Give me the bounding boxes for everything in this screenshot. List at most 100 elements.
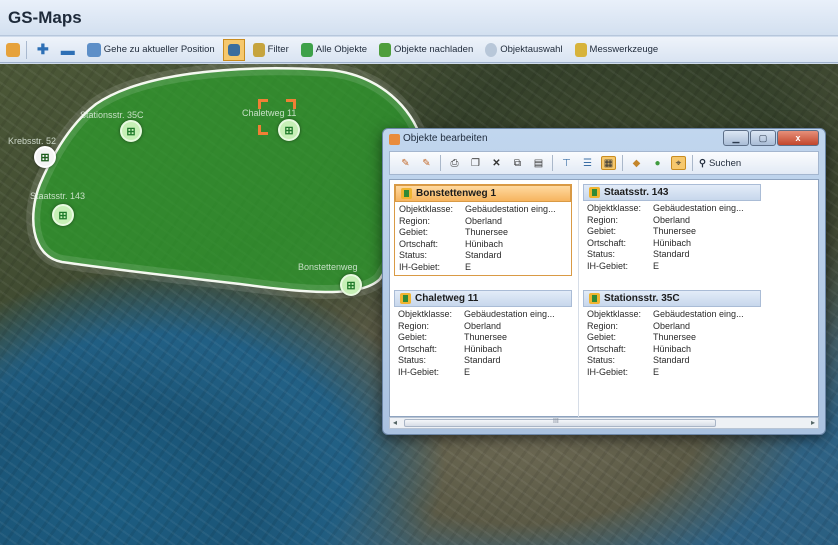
measure-tools-button[interactable]: Messwerkzeuge [571,39,663,61]
station-marker-icon[interactable]: ⊞ [52,204,74,226]
field-label: Status: [399,250,428,260]
card-view-icon[interactable]: ▦ [601,156,616,170]
field-label: IH-Gebiet: [587,260,629,271]
dialog-app-icon [389,134,400,145]
field-value: Standard [653,355,690,365]
field-label: Ortschaft: [587,237,627,248]
field-label: Region: [587,214,619,225]
field-value: Standard [653,249,690,259]
field-value: Hünibach [465,238,504,249]
dialog-title: Objekte bearbeiten [403,133,488,144]
window-controls: ▁ ▢ x [723,130,819,146]
list-view-icon[interactable]: ☰ [580,156,595,170]
field-value: E [653,260,660,271]
field-label: Status: [587,355,616,365]
paste-icon[interactable]: ▤ [531,156,546,170]
card-header: Chaletweg 11 [394,290,572,307]
card-fields: Objektklasse: Gebäudestation eing... Regi… [583,201,761,274]
minimize-button[interactable]: ▁ [723,130,749,146]
toolbar-separator [440,155,441,171]
filter-icon[interactable]: ⌖ [671,156,686,170]
app-title: GS-Maps [8,8,82,27]
goto-position-button[interactable]: Gehe zu aktueller Position [83,39,219,61]
zoom-in-button[interactable]: ✚ [33,39,53,61]
map-pin-icon[interactable]: ● [650,156,665,170]
object-card[interactable]: Bonstettenweg 1 Objektklasse: Gebäudestat… [394,184,572,276]
field-value: Thunersee [653,332,697,342]
reload-objects-button[interactable]: Objekte nachladen [375,39,477,61]
zoom-out-button[interactable]: ▬ [57,39,79,61]
main-toolbar: ✚ ▬ Gehe zu aktueller Position Filter Al… [0,37,838,63]
scroll-left-arrow-icon[interactable]: ◂ [393,418,397,427]
toolbar-separator [26,40,27,59]
card-title: Chaletweg 11 [415,293,479,304]
station-marker-icon[interactable]: ⊞ [278,119,300,141]
station-marker-icon[interactable]: ⊞ [120,120,142,142]
object-card[interactable]: Stationsstr. 35C Objektklasse: Gebäudesta… [583,290,761,380]
field-label: Gebiet: [399,227,429,237]
field-label: Ortschaft: [587,343,627,354]
edit-objects-dialog: Objekte bearbeiten ▁ ▢ x ✎ ✎ ⎙ ❐ ✕ ⧉ ▤ ⊤… [382,128,826,435]
card-fields: Objektklasse: Gebäudestation eing... Regi… [395,202,571,275]
card-title: Staatsstr. 143 [604,187,669,198]
station-marker-icon[interactable]: ⊞ [340,274,362,296]
field-value: Oberland [653,320,691,331]
field-value: Thunersee [465,227,509,237]
field-value: Thunersee [464,332,508,342]
scroll-thumb[interactable]: III [404,418,716,427]
delete-icon[interactable]: ✕ [489,156,504,170]
scroll-right-arrow-icon[interactable]: ▸ [811,418,815,427]
field-value: Gebäudestation eing... [653,309,744,319]
grid-toggle-button[interactable] [222,38,245,61]
edit-multi-icon[interactable]: ✎ [419,156,434,170]
field-value: E [464,366,471,377]
search-label: Suchen [708,157,742,169]
all-objects-label: Alle Objekte [315,44,367,55]
card-header: Stationsstr. 35C [583,290,761,307]
duplicate-icon[interactable]: ⧉ [510,156,525,170]
horizontal-scrollbar[interactable]: ◂ III ▸ [389,417,819,429]
object-card-list: Bonstettenweg 1 Objektklasse: Gebäudestat… [389,179,819,418]
station-icon [401,188,412,199]
field-value: Thunersee [653,226,697,236]
field-label: Gebiet: [587,226,617,236]
search-button[interactable]: ⚲ Suchen [699,158,741,169]
copy-icon[interactable]: ❐ [468,156,483,170]
filter-button[interactable]: Filter [249,39,293,61]
map-label: Bonstettenweg [298,262,358,272]
field-label: Region: [399,215,431,226]
maximize-button[interactable]: ▢ [750,130,776,146]
field-value: Hünibach [653,237,692,248]
ruler-icon [574,42,587,57]
tree-view-icon[interactable]: ⊤ [559,156,574,170]
object-card[interactable]: Chaletweg 11 Objektklasse: Gebäudestation… [394,290,572,380]
card-title: Bonstettenweg 1 [416,188,497,199]
field-value: E [653,366,660,377]
home-icon[interactable] [6,42,20,57]
column-divider [578,180,579,418]
print-icon[interactable]: ⎙ [447,156,462,170]
group-icon[interactable]: ◆ [629,156,644,170]
close-button[interactable]: x [777,130,819,146]
all-objects-button[interactable]: Alle Objekte [297,39,371,61]
field-label: Objektklasse: [587,309,642,319]
field-label: Region: [587,320,619,331]
map-label: Stationsstr. 35C [80,110,144,120]
grid-icon [227,43,240,56]
field-label: Gebiet: [398,332,428,342]
field-value: E [465,261,472,272]
field-value: Hünibach [653,343,692,354]
field-value: Gebäudestation eing... [465,204,556,214]
card-title: Stationsstr. 35C [604,293,680,304]
object-selection-button[interactable]: Objektauswahl [481,39,566,61]
edit-icon[interactable]: ✎ [398,156,413,170]
field-value: Standard [464,355,501,365]
field-label: Ortschaft: [398,343,438,354]
field-label: IH-Gebiet: [398,366,440,377]
object-selection-label: Objektauswahl [500,44,563,55]
object-card[interactable]: Staatsstr. 143 Objektklasse: Gebäudestati… [583,184,761,274]
station-marker-icon[interactable]: ⊞ [34,146,56,168]
field-value: Oberland [465,215,503,226]
toolbar-separator [622,155,623,171]
field-value: Gebäudestation eing... [464,309,555,319]
